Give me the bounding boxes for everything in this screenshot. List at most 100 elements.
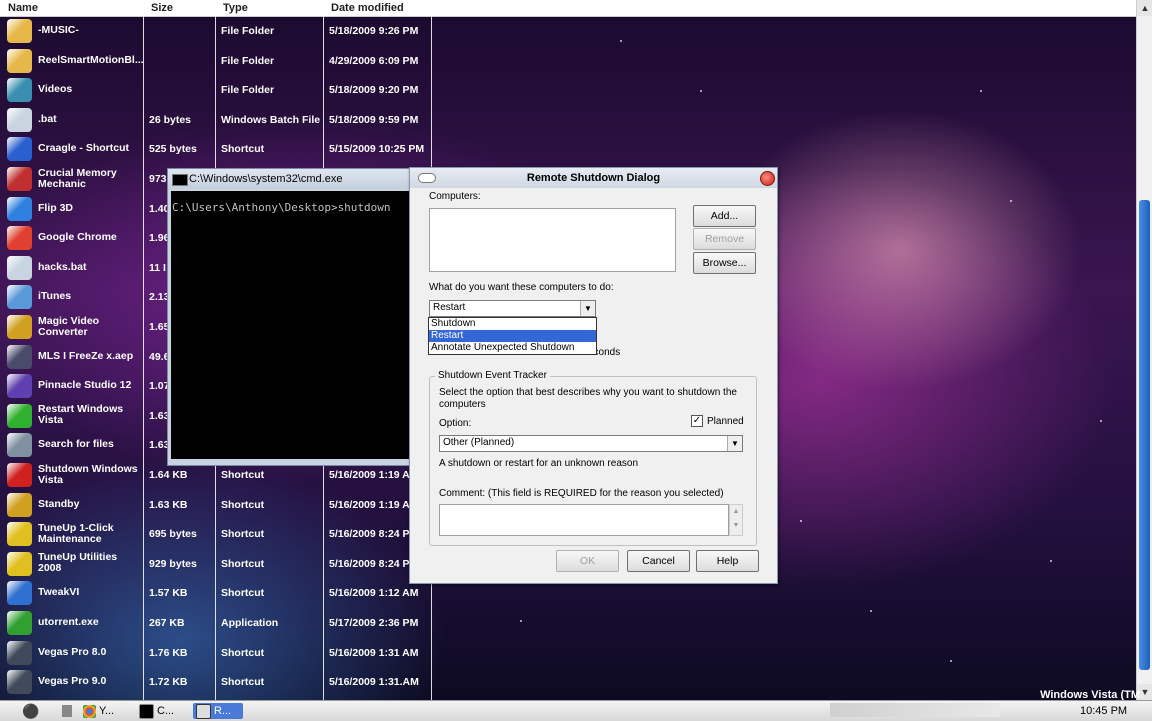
file-name: .bat xyxy=(38,112,57,125)
restart-icon xyxy=(7,403,32,428)
dropdown-option-shutdown[interactable]: Shutdown xyxy=(429,318,596,330)
scroll-up-icon[interactable]: ▲ xyxy=(1137,0,1152,16)
taskbar-button-cmd[interactable]: C... xyxy=(139,703,174,719)
comment-textarea[interactable] xyxy=(439,504,729,536)
tweakvi-icon xyxy=(7,581,32,606)
system-tray-icons[interactable] xyxy=(830,703,1000,717)
file-row[interactable]: TweakVI 1.57 KB Shortcut 5/16/2009 1:12 AM xyxy=(0,578,432,607)
file-name: MLS I FreeZe x.aep xyxy=(38,349,134,362)
add-button[interactable]: Add... xyxy=(693,205,756,227)
cmd-icon xyxy=(139,703,154,719)
file-name: TuneUp Utilities 2008 xyxy=(38,551,118,575)
dropdown-option-annotate[interactable]: Annotate Unexpected Shutdown xyxy=(429,342,596,354)
utorrent-icon xyxy=(7,611,32,635)
file-type: Shortcut xyxy=(221,676,265,689)
file-type: Shortcut xyxy=(221,587,265,600)
chevron-down-icon[interactable]: ▼ xyxy=(727,436,742,451)
file-size: 1.76 KB xyxy=(149,646,188,659)
shutdown-icon xyxy=(7,463,32,487)
file-name: Search for files xyxy=(38,438,114,451)
action-select-value: Restart xyxy=(433,302,466,313)
cancel-button[interactable]: Cancel xyxy=(627,550,690,572)
file-name: utorrent.exe xyxy=(38,616,99,628)
file-row[interactable]: .bat 26 bytes Windows Batch File 5/18/2009 … xyxy=(0,105,432,134)
remove-button[interactable]: Remove xyxy=(693,228,756,250)
column-type[interactable]: Type xyxy=(223,2,248,14)
file-name: Pinnacle Studio 12 xyxy=(38,379,132,392)
file-row[interactable]: ReelSmartMotionBl... File Folder 4/29/2009… xyxy=(0,46,432,75)
folder-icon xyxy=(7,19,32,43)
close-icon[interactable] xyxy=(760,171,775,186)
file-type: File Folder xyxy=(221,84,275,97)
after-effects-icon xyxy=(7,344,32,369)
file-name: Vegas Pro 8.0 xyxy=(38,645,107,658)
dropdown-option-restart[interactable]: Restart xyxy=(429,330,596,342)
file-date: 5/16/2009 1:31.AM xyxy=(329,676,419,689)
dialog-title-bar[interactable]: Remote Shutdown Dialog xyxy=(410,168,777,188)
file-name: Flip 3D xyxy=(38,201,74,214)
itunes-icon xyxy=(7,285,32,310)
cmd-title-bar[interactable]: C:\Windows\system32\cmd.exe xyxy=(168,169,414,189)
file-date: 5/16/2009 1:31 AM xyxy=(329,646,419,659)
videos-folder-icon xyxy=(7,78,32,103)
file-row[interactable]: Videos File Folder 5/18/2009 9:20 PM xyxy=(0,75,432,104)
file-row[interactable]: TuneUp Utilities 2008 929 bytes Shortcut 5/… xyxy=(0,549,432,578)
action-select[interactable]: Restart ▼ xyxy=(429,300,596,317)
pinnacle-icon xyxy=(7,374,32,399)
file-date: 5/15/2009 10:25 PM xyxy=(329,143,425,156)
help-button[interactable]: Help xyxy=(696,550,759,572)
file-size: 1.64 KB xyxy=(149,469,188,481)
taskbar-label: R... xyxy=(214,705,232,717)
vertical-scrollbar[interactable]: ▲ ▼ xyxy=(1136,0,1152,700)
file-name: Vegas Pro 9.0 xyxy=(38,675,107,688)
option-select[interactable]: Other (Planned) ▼ xyxy=(439,435,743,452)
cmd-window[interactable]: C:\Windows\system32\cmd.exe C:\Users\Ant… xyxy=(167,168,415,466)
taskbar-button-remote-shutdown[interactable]: R... xyxy=(193,703,244,719)
chrome-icon xyxy=(83,704,96,718)
file-type: Shortcut xyxy=(221,646,265,659)
file-row[interactable]: TuneUp 1-Click Maintenance 695 bytes Short… xyxy=(0,519,432,548)
file-type: File Folder xyxy=(221,54,275,67)
remote-shutdown-icon xyxy=(196,703,211,719)
column-name[interactable]: Name xyxy=(8,2,38,14)
planned-checkbox[interactable]: ✓ xyxy=(691,415,703,427)
column-size[interactable]: Size xyxy=(151,2,173,14)
taskbar-button-chrome[interactable]: Y... xyxy=(83,703,114,719)
browse-button[interactable]: Browse... xyxy=(693,252,756,274)
clock[interactable]: 10:45 PM xyxy=(1080,703,1127,719)
flip3d-icon xyxy=(7,196,32,221)
file-size: 1.63 KB xyxy=(149,498,188,511)
comment-scrollbar[interactable]: ▲ ▼ xyxy=(729,504,743,536)
file-row[interactable]: Vegas Pro 8.0 1.76 KB Shortcut 5/16/2009 1:… xyxy=(0,638,432,667)
file-row[interactable]: Standby 1.63 KB Shortcut 5/16/2009 1:19 AM xyxy=(0,490,432,519)
cmd-console[interactable]: C:\Users\Anthony\Desktop>shutdown xyxy=(171,191,411,459)
apple-start-icon[interactable]: ⚫ xyxy=(22,703,39,719)
tuneup-icon xyxy=(7,551,32,576)
taskbar-label: Y... xyxy=(99,705,115,717)
vegas-icon xyxy=(7,640,32,665)
chevron-down-icon[interactable]: ▼ xyxy=(580,301,595,316)
scrollbar-thumb[interactable] xyxy=(1139,200,1150,670)
file-name: iTunes xyxy=(38,290,72,303)
file-type: Application xyxy=(221,617,279,629)
file-name: -MUSIC- xyxy=(38,24,79,36)
file-type: Shortcut xyxy=(221,557,265,570)
file-size: 1.72 KB xyxy=(149,676,188,689)
ok-button[interactable]: OK xyxy=(556,550,619,572)
computers-list[interactable] xyxy=(429,208,676,272)
file-type: File Folder xyxy=(221,25,275,37)
file-row[interactable]: Vegas Pro 9.0 1.72 KB Shortcut 5/16/2009 1:… xyxy=(0,667,432,696)
tuneup-icon xyxy=(7,522,32,547)
column-date-modified[interactable]: Date modified xyxy=(331,2,404,14)
file-name: TweakVI xyxy=(38,586,80,599)
file-type: Shortcut xyxy=(221,143,265,156)
file-date: 5/16/2009 1:12 AM xyxy=(329,587,419,600)
action-dropdown-list[interactable]: Shutdown Restart Annotate Unexpected Shu… xyxy=(428,317,597,355)
file-date: 5/18/2009 9:20 PM xyxy=(329,84,419,97)
file-row[interactable]: utorrent.exe 267 KB Application 5/17/2009 2… xyxy=(0,608,432,637)
file-row[interactable]: -MUSIC- File Folder 5/18/2009 9:26 PM xyxy=(0,16,432,45)
show-desktop-icon[interactable] xyxy=(62,705,72,717)
option-label: Option: xyxy=(439,418,472,429)
vegas-icon xyxy=(7,670,32,695)
file-row[interactable]: Craagle - Shortcut 525 bytes Shortcut 5/15/… xyxy=(0,134,432,163)
